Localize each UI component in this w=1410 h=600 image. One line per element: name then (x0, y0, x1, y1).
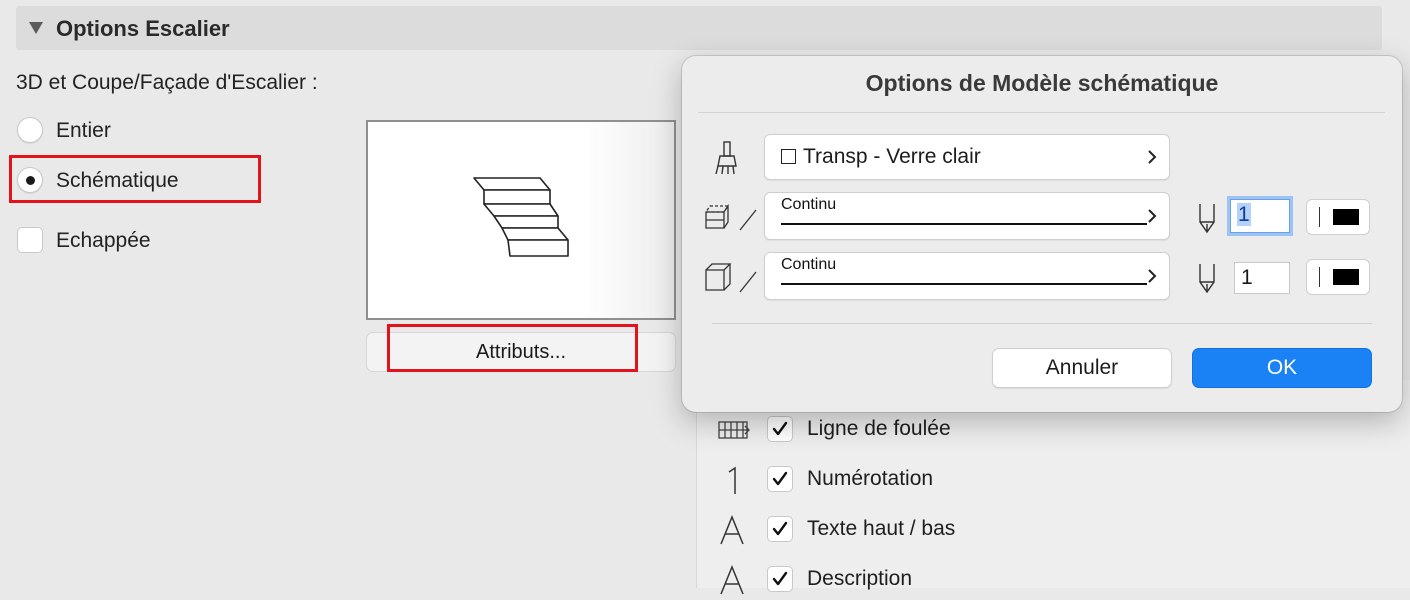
line-preview-1 (781, 223, 1147, 225)
text-label: Texte haut / bas (807, 517, 956, 540)
pen-number-value-2: 1 (1241, 266, 1253, 289)
line-type-dropdown-1[interactable]: Continu (764, 192, 1170, 240)
option-row-numbering[interactable]: Numérotation (697, 460, 1397, 500)
disclosure-triangle-icon (29, 22, 43, 34)
ok-button[interactable]: OK (1192, 348, 1372, 388)
dialog-title: Options de Modèle schématique (865, 70, 1219, 96)
pen-icon (1199, 264, 1215, 294)
section-header[interactable]: Options Escalier (16, 6, 1382, 50)
pen-color-picker-2[interactable] (1306, 259, 1370, 295)
ok-button-label: OK (1266, 356, 1298, 379)
section-title: Options Escalier (56, 16, 230, 41)
text-checkbox[interactable] (767, 516, 793, 542)
dialog-divider (698, 112, 1385, 113)
radio-entier-label: Entier (56, 119, 111, 142)
numbering-icon (728, 466, 736, 494)
line-type-dropdown-2[interactable]: Continu (764, 252, 1170, 300)
checkmark-icon (772, 521, 788, 536)
color-divider (1319, 207, 1320, 227)
stair-display-label: 3D et Coupe/Façade d'Escalier : (16, 71, 318, 94)
pen-number-value-1: 1 (1237, 203, 1251, 226)
material-value: Transp - Verre clair (803, 145, 981, 168)
radio-entier[interactable] (17, 117, 43, 143)
schematic-stair-icon (473, 177, 569, 257)
option-row-text[interactable]: Texte haut / bas (697, 510, 1397, 550)
surface-material-dropdown[interactable]: Transp - Verre clair (764, 134, 1170, 180)
color-divider (1319, 267, 1320, 287)
description-checkbox[interactable] (767, 566, 793, 592)
stair-preview (366, 120, 676, 320)
color-swatch (1333, 269, 1359, 285)
cancel-button[interactable]: Annuler (992, 348, 1172, 388)
paintbrush-icon (715, 141, 737, 175)
dialog-footer-divider (712, 323, 1372, 324)
chevron-right-icon (1148, 209, 1157, 223)
schematic-model-options-dialog: Options de Modèle schématique Transp - V… (682, 56, 1402, 412)
pen-number-input-2[interactable]: 1 (1234, 262, 1290, 294)
line-type-value-1: Continu (781, 196, 837, 213)
line-preview-2 (781, 283, 1147, 285)
cut-surface-icon (704, 203, 757, 231)
checkmark-icon (772, 471, 788, 486)
text-a-icon (720, 565, 744, 595)
checkmark-icon (772, 571, 788, 586)
option-row-walkline[interactable]: Ligne de foulée (697, 410, 1397, 450)
numbering-checkbox[interactable] (767, 466, 793, 492)
checkmark-icon (772, 421, 788, 436)
echappee-checkbox[interactable] (17, 227, 43, 253)
color-swatch (1333, 209, 1359, 225)
chevron-right-icon (1148, 269, 1157, 283)
walkline-checkbox[interactable] (767, 416, 793, 442)
pen-number-input-1[interactable]: 1 (1230, 199, 1290, 233)
walkline-label: Ligne de foulée (807, 417, 951, 440)
line-type-value-2: Continu (781, 256, 837, 273)
text-a-icon (720, 515, 744, 545)
highlight-box-schematique (9, 155, 261, 203)
material-swatch (781, 149, 796, 164)
walkline-icon (718, 421, 750, 439)
pen-color-picker-1[interactable] (1306, 199, 1370, 235)
highlight-box-attributes (387, 324, 638, 372)
numbering-label: Numérotation (807, 467, 934, 490)
echappee-label: Echappée (56, 229, 151, 252)
option-row-description[interactable]: Description (697, 560, 1397, 600)
cancel-button-label: Annuler (1045, 356, 1119, 379)
pen-icon (1199, 204, 1215, 234)
box-outline-icon (705, 263, 757, 293)
chevron-right-icon (1148, 150, 1157, 164)
description-label: Description (807, 567, 913, 590)
